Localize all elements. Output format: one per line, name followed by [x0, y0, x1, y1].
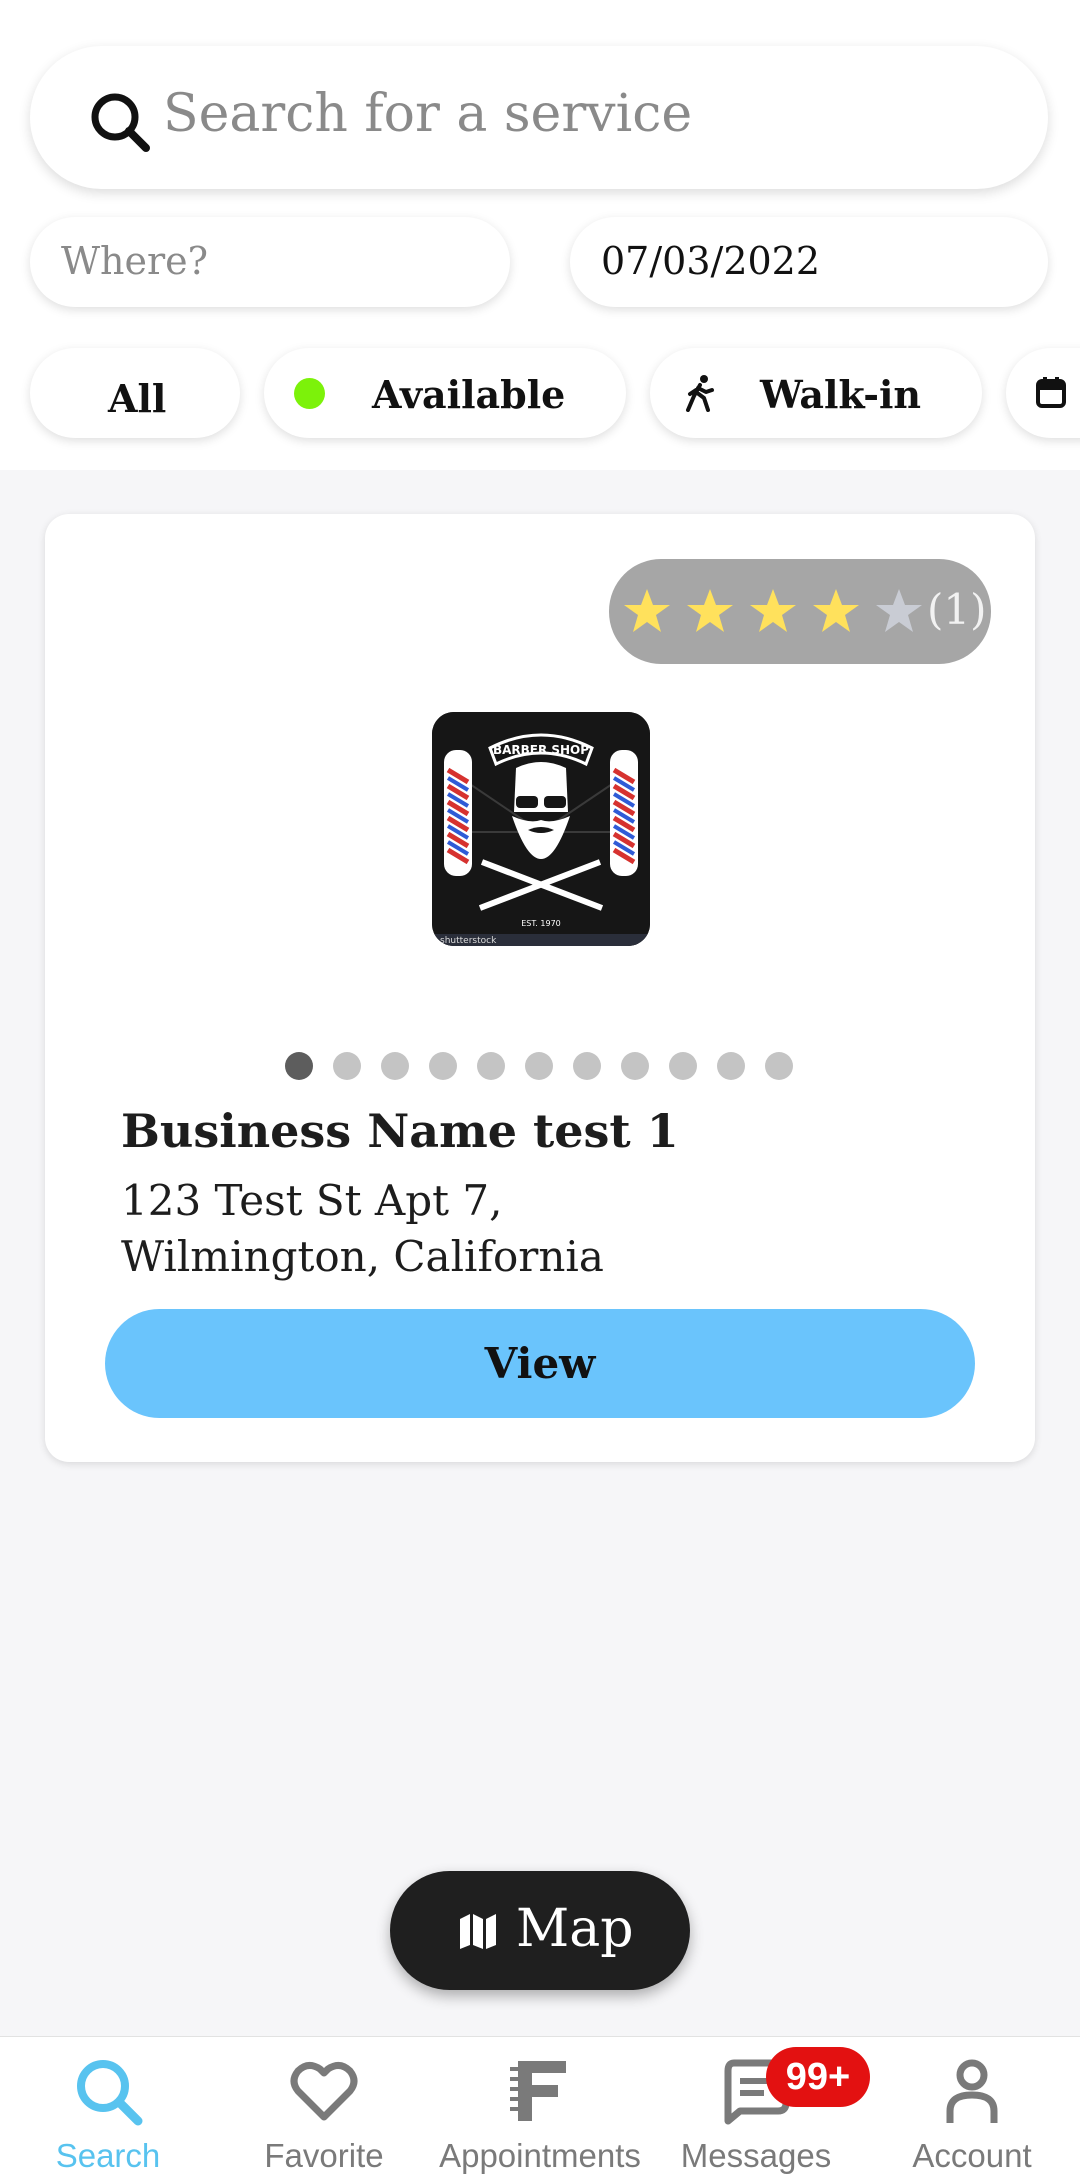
walking-person-icon — [686, 375, 714, 412]
filter-chip-label: Walk-in — [760, 372, 922, 417]
nav-search[interactable]: Search — [0, 2037, 216, 2183]
nav-appointments[interactable]: Appointments — [432, 2037, 648, 2183]
bottom-nav: Search Favorite Appointments Messages Ac… — [0, 2036, 1080, 2183]
star-icon — [813, 589, 859, 632]
where-field[interactable]: Where? — [30, 217, 510, 307]
nav-account[interactable]: Account — [864, 2037, 1080, 2183]
map-label: Map — [516, 1899, 634, 1959]
messages-badge: 99+ — [766, 2047, 870, 2107]
star-icon — [687, 589, 733, 632]
calendar-icon — [1036, 377, 1066, 408]
map-icon — [460, 1914, 496, 1949]
logo-watermark: shutterstock — [440, 936, 497, 946]
filter-chip-label: Available — [372, 372, 566, 417]
logo-est-text: EST. 1970 — [521, 919, 561, 928]
rating-badge: (1) — [609, 559, 991, 664]
carousel-dot[interactable] — [429, 1052, 457, 1080]
map-button[interactable]: Map — [390, 1871, 690, 1990]
nav-label: Favorite — [264, 2137, 384, 2174]
carousel-dot[interactable] — [717, 1052, 745, 1080]
filter-chip-label: All — [108, 376, 167, 421]
star-icon — [750, 589, 796, 632]
carousel-dot[interactable] — [621, 1052, 649, 1080]
filter-chip-available[interactable]: Available — [264, 348, 626, 438]
search-input[interactable]: Search for a service — [163, 84, 692, 144]
search-icon — [77, 2060, 143, 2126]
address-line-1: 123 Test St Apt 7, — [121, 1176, 503, 1225]
available-dot-icon — [294, 378, 325, 409]
carousel-dot[interactable] — [669, 1052, 697, 1080]
carousel-dot[interactable] — [381, 1052, 409, 1080]
appointments-icon — [510, 2061, 566, 2121]
nav-label: Search — [55, 2137, 161, 2174]
barber-shop-logo[interactable]: BARBER SHOP EST. 1970 shutterstock — [432, 712, 650, 946]
rating-count: (1) — [927, 585, 987, 634]
filter-chip-all[interactable]: All — [30, 348, 240, 438]
empty-star-icon — [876, 589, 922, 632]
search-icon — [91, 93, 150, 152]
date-value: 07/03/2022 — [601, 239, 821, 283]
carousel-dot[interactable] — [573, 1052, 601, 1080]
filter-chip-walkin[interactable]: Walk-in — [650, 348, 982, 438]
where-placeholder: Where? — [61, 239, 209, 283]
carousel-dot[interactable] — [765, 1052, 793, 1080]
heart-icon — [290, 2062, 358, 2121]
logo-banner-text: BARBER SHOP — [493, 743, 589, 757]
nav-label: Account — [912, 2137, 1032, 2174]
search-bar[interactable]: Search for a service — [30, 46, 1048, 189]
account-icon — [946, 2059, 998, 2123]
carousel-dot[interactable] — [333, 1052, 361, 1080]
barber-logo-art: BARBER SHOP EST. 1970 shutterstock — [432, 712, 650, 946]
address-line-2: Wilmington, California — [121, 1232, 604, 1281]
business-name: Business Name test 1 — [121, 1104, 679, 1158]
carousel-dot[interactable] — [285, 1052, 313, 1080]
nav-label: Appointments — [439, 2137, 641, 2174]
nav-label: Messages — [680, 2137, 832, 2174]
carousel-dot[interactable] — [525, 1052, 553, 1080]
carousel-dot[interactable] — [477, 1052, 505, 1080]
date-field[interactable]: 07/03/2022 — [570, 217, 1048, 307]
business-card[interactable]: (1) BARBER SHOP EST. 1970 shutterstock B… — [45, 514, 1035, 1462]
nav-favorite[interactable]: Favorite — [216, 2037, 432, 2183]
star-icon — [624, 589, 670, 632]
view-button[interactable]: View — [105, 1309, 975, 1418]
